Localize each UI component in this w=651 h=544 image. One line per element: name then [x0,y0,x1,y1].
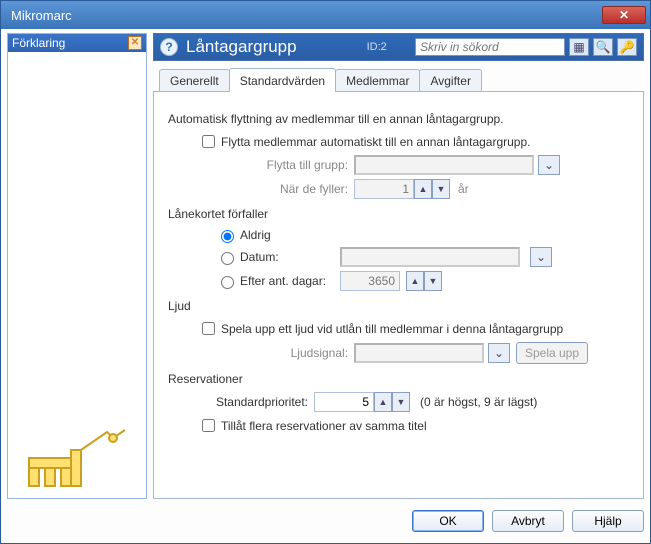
auto-move-checkbox-label: Flytta medlemmar automatiskt till en ann… [221,135,531,149]
window: Mikromarc ✕ Förklaring ✕ [0,0,651,544]
close-button[interactable]: ✕ [602,6,646,24]
priority-row: Standardprioritet: ▲ ▼ (0 är högst, 9 är… [168,392,629,412]
priority-stepper: ▲ ▼ [314,392,410,412]
sound-signal-row: Ljudsignal: ⌄ Spela upp [168,342,629,364]
panel-close-icon[interactable]: ✕ [128,36,142,50]
client-area: Förklaring ✕ [1,29,650,543]
qr-icon[interactable]: ▦ [569,38,589,56]
explanation-panel-title: Förklaring [12,36,65,50]
priority-value[interactable] [314,392,374,412]
close-icon: ✕ [619,8,629,22]
expiry-date-label: Datum: [240,250,340,264]
dialog-button-bar: OK Avbryt Hjälp [7,507,644,535]
chevron-down-icon: ⌄ [544,158,554,172]
tab-generellt[interactable]: Generellt [159,69,230,91]
expiry-never-row: Aldrig [216,227,629,243]
auto-move-checkbox-row: Flytta medlemmar automatiskt till en ann… [168,132,629,151]
sound-checkbox-label: Spela upp ett ljud vid utlån till medlem… [221,322,563,336]
expiry-never-label: Aldrig [240,228,340,242]
search-input[interactable] [415,38,565,56]
move-to-group-label: Flytta till grupp: [228,158,348,172]
titlebar: Mikromarc ✕ [1,1,650,29]
move-age-unit: år [458,182,469,196]
expiry-days-stepper: ▲ ▼ [340,271,442,291]
sound-checkbox-row: Spela upp ett ljud vid utlån till medlem… [168,319,629,338]
cancel-button[interactable]: Avbryt [492,510,564,532]
move-age-label: När de fyller: [228,182,348,196]
explanation-panel: Förklaring ✕ [7,33,147,499]
priority-up[interactable]: ▲ [374,392,392,412]
sound-checkbox[interactable] [202,322,215,335]
sound-signal-picker-button[interactable]: ⌄ [488,343,510,363]
search-icon[interactable]: 🔍 [593,38,613,56]
expiry-date-field[interactable] [340,247,520,267]
sound-heading: Ljud [168,299,629,313]
header-banner: ? Låntagargrupp ID:2 ▦ 🔍 🔑 [153,33,644,61]
expiry-never-radio[interactable] [221,230,234,243]
allow-multi-checkbox[interactable] [202,419,215,432]
expiry-date-radio[interactable] [221,252,234,265]
page-title: Låntagargrupp [186,37,297,57]
reservations-heading: Reservationer [168,372,629,386]
tab-medlemmar[interactable]: Medlemmar [335,69,420,91]
help-icon[interactable]: ? [160,38,178,56]
priority-down[interactable]: ▼ [392,392,410,412]
expiry-date-row: Datum: ⌄ [216,247,629,267]
chevron-down-icon: ⌄ [494,346,504,360]
move-age-stepper: ▲ ▼ [354,179,450,199]
move-to-group-row: Flytta till grupp: ⌄ [168,155,629,175]
allow-multi-label: Tillåt flera reservationer av samma tite… [221,419,427,433]
play-sound-button[interactable]: Spela upp [516,342,588,364]
tab-body-standardvarden: Automatisk flyttning av medlemmar till e… [153,91,644,499]
expiry-days-radio[interactable] [221,276,234,289]
expiry-days-up[interactable]: ▲ [406,271,424,291]
card-expiry-heading: Lånekortet förfaller [168,207,629,221]
priority-note: (0 är högst, 9 är lägst) [420,395,537,409]
expiry-days-value[interactable] [340,271,400,291]
move-to-group-picker-button[interactable]: ⌄ [538,155,560,175]
chevron-down-icon: ⌄ [536,250,546,264]
ok-button[interactable]: OK [412,510,484,532]
auto-move-heading: Automatisk flyttning av medlemmar till e… [168,112,629,126]
auto-move-checkbox[interactable] [202,135,215,148]
record-id-label: ID:2 [367,41,387,53]
tab-avgifter[interactable]: Avgifter [419,69,481,91]
explanation-panel-header: Förklaring ✕ [8,34,146,52]
tabstrip: Generellt Standardvärden Medlemmar Avgif… [153,67,644,91]
expiry-days-row: Efter ant. dagar: ▲ ▼ [216,271,629,291]
move-age-value[interactable] [354,179,414,199]
expiry-days-label: Efter ant. dagar: [240,274,340,288]
explanation-panel-body [8,52,146,498]
expiry-days-down[interactable]: ▼ [424,271,442,291]
tab-area: Generellt Standardvärden Medlemmar Avgif… [153,67,644,499]
key-icon[interactable]: 🔑 [617,38,637,56]
sound-signal-label: Ljudsignal: [228,346,348,360]
move-age-row: När de fyller: ▲ ▼ år [168,179,629,199]
help-button[interactable]: Hjälp [572,510,644,532]
allow-multi-row: Tillåt flera reservationer av samma tite… [168,416,629,435]
mikromarc-logo-icon [27,428,127,488]
move-to-group-field[interactable] [354,155,534,175]
tab-standardvarden[interactable]: Standardvärden [229,68,336,92]
main-area: ? Låntagargrupp ID:2 ▦ 🔍 🔑 Generellt Sta… [153,33,644,499]
window-title: Mikromarc [11,8,72,23]
move-age-down[interactable]: ▼ [432,179,450,199]
sound-signal-field[interactable] [354,343,484,363]
priority-label: Standardprioritet: [198,395,308,409]
move-age-up[interactable]: ▲ [414,179,432,199]
expiry-date-picker-button[interactable]: ⌄ [530,247,552,267]
